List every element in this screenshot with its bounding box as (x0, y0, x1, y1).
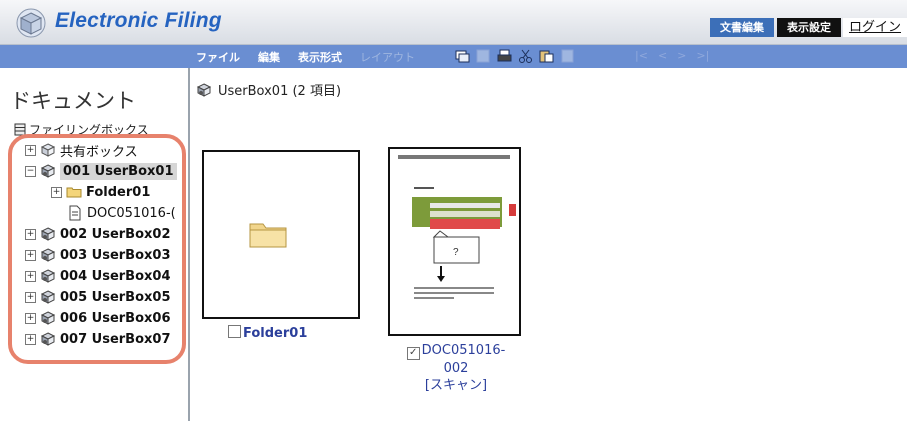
menu: ファイル 編集 表示形式 レイアウト (196, 45, 433, 68)
folder-caption[interactable]: Folder01 (228, 325, 307, 341)
pane-title: ドキュメント (10, 89, 136, 113)
login-link[interactable]: ログイン (842, 18, 907, 37)
document-thumbnail[interactable]: ? (388, 147, 521, 336)
clipboard-icon[interactable] (560, 49, 575, 63)
document-tag: [スキャン] (424, 378, 488, 393)
first-page-icon[interactable]: |< (635, 49, 648, 62)
menu-file[interactable]: ファイル (196, 49, 240, 65)
document-checkbox[interactable]: ✓ (406, 347, 420, 360)
document-name-line2: 002 (443, 361, 469, 376)
svg-text:?: ? (453, 247, 459, 258)
copy-icon[interactable] (455, 49, 470, 63)
toolbar-icons (455, 49, 575, 63)
menu-layout[interactable]: レイアウト (360, 49, 415, 65)
document-name-line1: DOC051016- (421, 343, 506, 358)
folder-thumbnail[interactable] (202, 150, 360, 319)
document-caption[interactable]: ✓ DOC051016- 002 [スキャン] (396, 342, 516, 394)
document-edit-button[interactable]: 文書編集 (709, 18, 774, 37)
app-header: Electronic Filing 文書編集 表示設定 ログイン (0, 0, 907, 45)
user-box-icon (196, 82, 212, 97)
folder-icon (249, 223, 287, 248)
menubar: ファイル 編集 表示形式 レイアウト |< < > >| (0, 45, 907, 68)
display-settings-button[interactable]: 表示設定 (776, 18, 841, 37)
last-page-icon[interactable]: >| (696, 49, 709, 62)
breadcrumb-label: UserBox01 (2 項目) (218, 84, 342, 99)
save-icon[interactable] (476, 49, 491, 63)
app-title: Electronic Filing (55, 9, 222, 32)
folder-checkbox[interactable] (228, 325, 241, 338)
folder-name: Folder01 (243, 326, 308, 341)
paste-icon[interactable] (539, 49, 554, 63)
prev-page-icon[interactable]: < (658, 49, 667, 62)
header-buttons: 文書編集 表示設定 ログイン (709, 18, 907, 37)
menu-view-format[interactable]: 表示形式 (298, 49, 342, 65)
next-page-icon[interactable]: > (677, 49, 686, 62)
breadcrumb: UserBox01 (2 項目) (196, 80, 341, 99)
menubar-left-strip (0, 45, 188, 68)
app-logo-icon (16, 8, 46, 38)
highlight-callout (8, 134, 186, 364)
cut-icon[interactable] (518, 49, 533, 63)
print-icon[interactable] (497, 49, 512, 63)
menu-edit[interactable]: 編集 (258, 49, 280, 65)
document-preview-image: ? (398, 155, 516, 299)
page-nav: |< < > >| (635, 49, 709, 62)
